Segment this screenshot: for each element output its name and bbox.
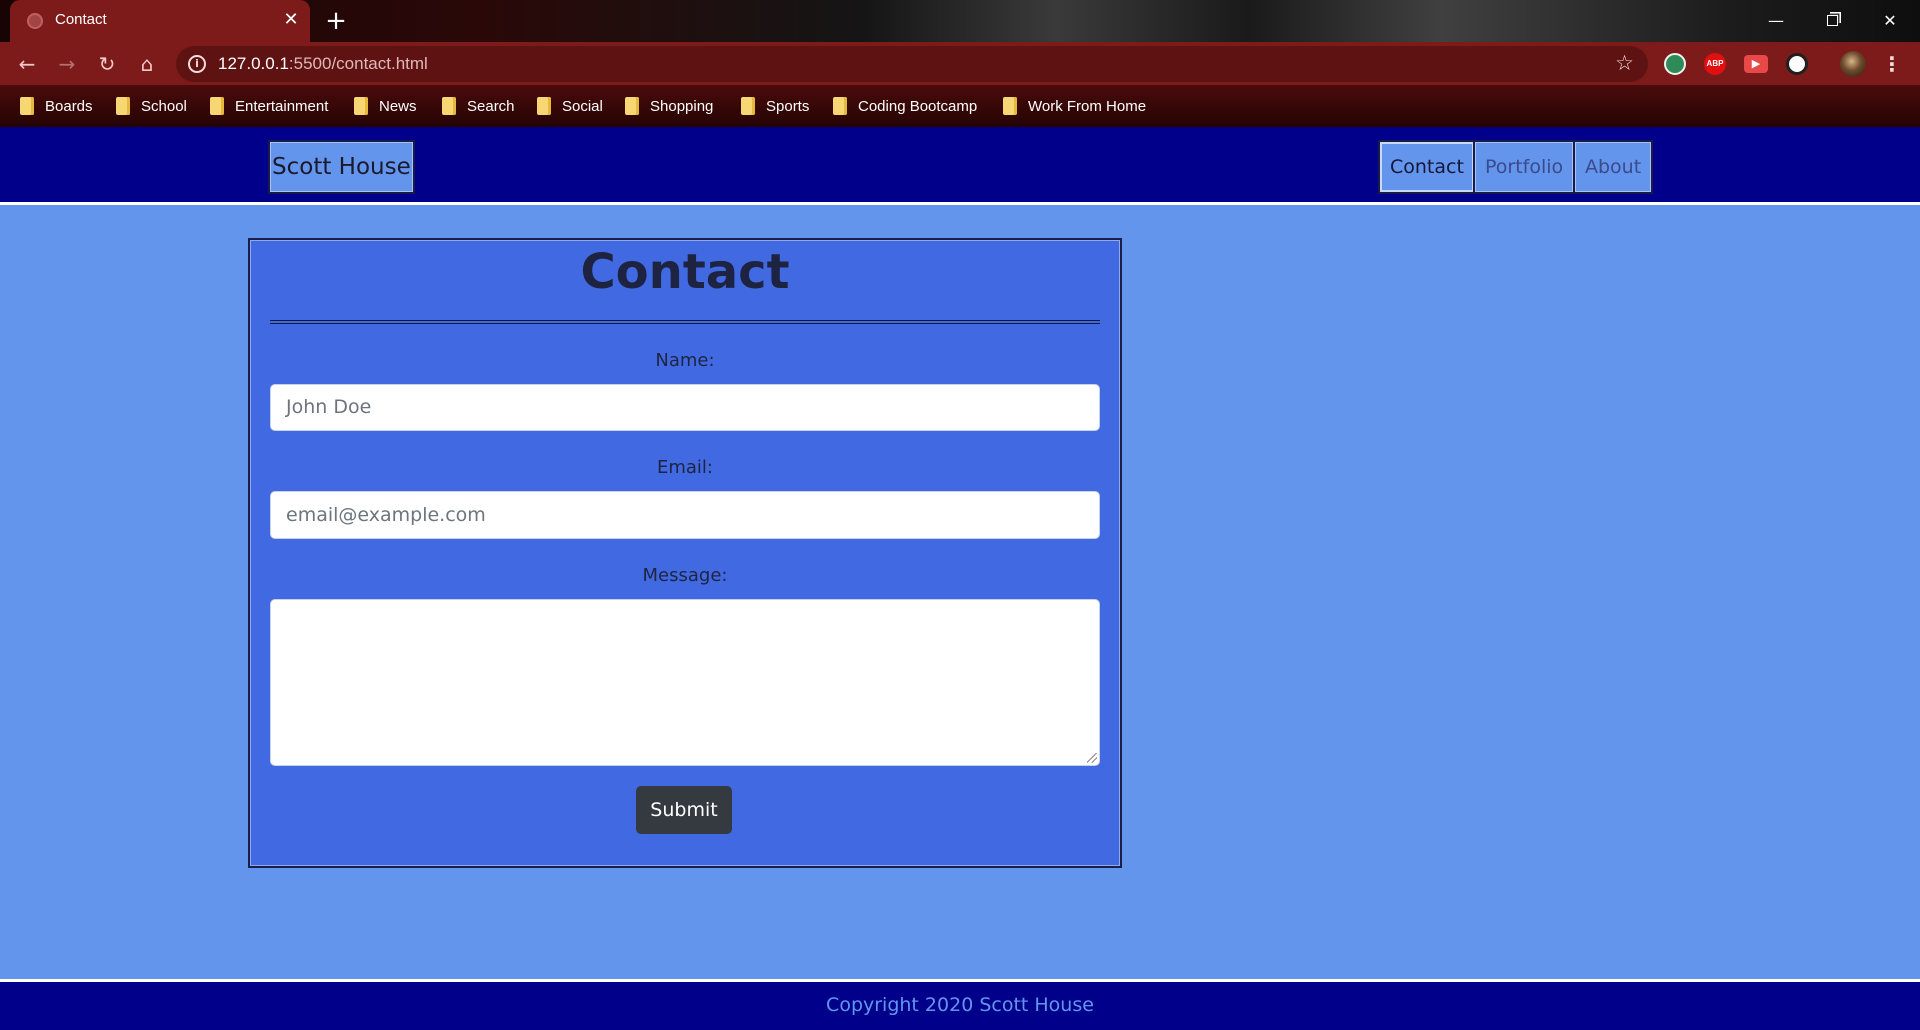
restore-icon <box>1826 15 1838 26</box>
bookmark-label: School <box>141 97 187 115</box>
resize-grip-icon[interactable] <box>1087 753 1097 763</box>
folder-icon <box>20 97 34 115</box>
bookmark-work-from-home[interactable]: Work From Home <box>1003 95 1146 117</box>
extension-circle-icon[interactable] <box>1786 53 1808 75</box>
folder-icon <box>354 97 368 115</box>
folder-icon <box>537 97 551 115</box>
globe-icon <box>27 13 43 29</box>
site-navbar: Scott House Contact Portfolio About <box>0 127 1920 205</box>
forward-button[interactable]: → <box>51 48 83 80</box>
bookmark-search[interactable]: Search <box>442 95 515 117</box>
name-label: Name: <box>655 350 715 371</box>
bookmark-label: Social <box>562 97 603 115</box>
contact-card: Contact Name: John Doe Email: email@exam… <box>248 238 1122 868</box>
url-host: 127.0.0.1 <box>218 54 289 73</box>
folder-icon <box>442 97 456 115</box>
folder-icon <box>116 97 130 115</box>
video-extension-icon[interactable]: ▶ <box>1744 55 1768 73</box>
email-input[interactable]: email@example.com <box>270 491 1100 539</box>
back-button[interactable]: ← <box>11 48 43 80</box>
bookmark-label: News <box>379 97 417 115</box>
bookmark-news[interactable]: News <box>354 95 417 117</box>
adblock-icon[interactable]: ABP <box>1704 53 1726 75</box>
bookmark-label: Entertainment <box>235 97 329 115</box>
message-textarea[interactable] <box>270 599 1100 766</box>
bookmarks-bar: Boards School Entertainment News Search … <box>0 85 1920 127</box>
page-content: Scott House Contact Portfolio About Cont… <box>0 127 1920 1030</box>
close-window-button[interactable]: ✕ <box>1867 6 1913 36</box>
copyright-text: Copyright 2020 Scott House <box>826 994 1094 1016</box>
url-path: :5500/contact.html <box>288 54 428 73</box>
bookmark-shopping[interactable]: Shopping <box>625 95 713 117</box>
bookmark-boards[interactable]: Boards <box>20 95 93 117</box>
bookmark-label: Shopping <box>650 97 714 115</box>
email-label: Email: <box>656 457 713 478</box>
bookmark-coding-bootcamp[interactable]: Coding Bootcamp <box>833 95 977 117</box>
site-footer: Copyright 2020 Scott House <box>0 979 1920 1030</box>
tab-title: Contact <box>55 11 107 28</box>
url-text[interactable]: 127.0.0.1:5500/contact.html <box>218 54 428 74</box>
nav-link-contact[interactable]: Contact <box>1378 140 1476 194</box>
bookmark-label: Work From Home <box>1028 97 1147 115</box>
browser-menu-icon[interactable]: ⋮ <box>1882 50 1902 78</box>
bookmark-label: Coding Bootcamp <box>858 97 978 115</box>
reload-button[interactable]: ↻ <box>91 48 123 80</box>
bookmark-entertainment[interactable]: Entertainment <box>210 95 328 117</box>
submit-button[interactable]: Submit <box>636 786 732 834</box>
title-divider <box>270 320 1100 324</box>
new-tab-button[interactable]: + <box>322 8 350 36</box>
tab-strip: Contact ✕ + — ✕ <box>0 0 1920 42</box>
site-brand-link[interactable]: Scott House <box>268 140 415 194</box>
close-tab-icon[interactable]: ✕ <box>280 9 302 31</box>
nav-link-portfolio[interactable]: Portfolio <box>1473 140 1576 194</box>
bookmark-label: Boards <box>45 97 93 115</box>
page-title: Contact <box>580 244 790 300</box>
bookmark-label: Search <box>467 97 515 115</box>
folder-icon <box>625 97 639 115</box>
home-button[interactable]: ⌂ <box>131 48 163 80</box>
browser-chrome: Contact ✕ + — ✕ ← → ↻ ⌂ i 127.0.0.1:5500… <box>0 0 1920 127</box>
restore-button[interactable] <box>1809 6 1855 36</box>
bookmark-school[interactable]: School <box>116 95 187 117</box>
extension-icon[interactable] <box>1664 53 1686 75</box>
folder-icon <box>210 97 224 115</box>
browser-toolbar: ← → ↻ ⌂ i 127.0.0.1:5500/contact.html ☆ … <box>0 42 1920 85</box>
address-bar[interactable]: i 127.0.0.1:5500/contact.html ☆ <box>176 46 1648 82</box>
folder-icon <box>833 97 847 115</box>
site-info-icon[interactable]: i <box>188 55 206 73</box>
folder-icon <box>741 97 755 115</box>
bookmark-label: Sports <box>766 97 810 115</box>
name-input[interactable]: John Doe <box>270 384 1100 431</box>
message-label: Message: <box>642 565 728 586</box>
nav-link-about[interactable]: About <box>1573 140 1654 194</box>
bookmark-social[interactable]: Social <box>537 95 603 117</box>
bookmark-sports[interactable]: Sports <box>741 95 809 117</box>
folder-icon <box>1003 97 1017 115</box>
profile-avatar[interactable] <box>1840 51 1866 77</box>
tab-contact[interactable]: Contact ✕ <box>10 0 310 42</box>
bookmark-star-icon[interactable]: ☆ <box>1615 51 1634 75</box>
minimize-button[interactable]: — <box>1753 6 1799 36</box>
